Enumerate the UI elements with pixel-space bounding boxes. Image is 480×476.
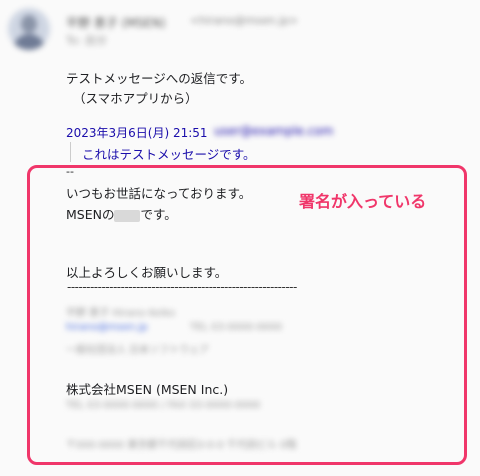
reply-text-line2: （スマホアプリから） xyxy=(73,91,198,106)
quote-sender-email[interactable]: user@example.com xyxy=(214,124,333,138)
sender-email: <hirano@msen.jp> xyxy=(190,14,299,27)
reply-text-line1: テストメッセージへの返信です。 xyxy=(66,71,253,86)
sender-avatar[interactable] xyxy=(8,8,50,50)
sender-name[interactable]: 平野 恵子 (MSEN) xyxy=(66,14,166,31)
quote-header: 2023年3月6日(月) 21:51 xyxy=(66,126,208,140)
signature-callout: 署名が入っている xyxy=(299,192,427,211)
quote-bar xyxy=(70,142,71,162)
quoted-message: これはテストメッセージです。 xyxy=(82,147,256,162)
recipient-line[interactable]: To: 自分 xyxy=(66,32,107,48)
